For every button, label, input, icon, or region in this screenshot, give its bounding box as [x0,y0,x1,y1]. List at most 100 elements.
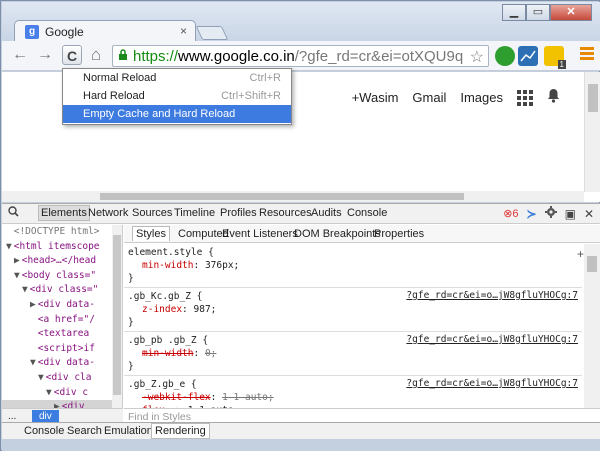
css-source-link[interactable]: ?gfe_rd=cr&ei=o…jW8gfluYHOCg:7 [406,290,578,301]
green-circle-extension-icon[interactable] [495,46,515,66]
tab-styles[interactable]: Styles [132,226,170,241]
page-horizontal-scrollbar[interactable] [2,191,584,202]
collapse-triangle-icon[interactable]: ▼ [6,241,12,252]
chart-extension-icon[interactable] [518,46,538,66]
tab-properties[interactable]: Properties [374,228,424,240]
dom-tree-node[interactable]: ▼ <div c [2,386,122,401]
minimize-button[interactable]: ▁ [502,4,526,21]
dom-node-text: <div class=" [29,284,99,296]
browser-toolbar: ← → C ⌂ https://www.google.co.in/?gfe_rd… [2,41,600,71]
drawer-tab-console[interactable]: Console [24,425,64,437]
url-host: www.google.co.in [178,48,295,65]
drawer-tab-emulation[interactable]: Emulation [104,425,153,437]
dom-node-text: <script>if [37,342,95,354]
drawer-tab-search[interactable]: Search [67,425,102,437]
tab-close-icon[interactable]: × [180,24,187,38]
add-rule-icon[interactable]: + [577,247,584,261]
dom-node-text: <head>…</head [21,255,97,267]
collapse-triangle-icon[interactable]: ▼ [22,284,28,295]
css-property: min-width [142,348,194,359]
css-source-link[interactable]: ?gfe_rd=cr&ei=o…jW8gfluYHOCg:7 [406,378,578,389]
dom-tree-node[interactable]: ▼ <body class=" [2,269,122,284]
dom-tree-node[interactable]: ▼ <div cla [2,371,122,386]
close-window-button[interactable]: ✕ [550,4,592,21]
back-arrow-icon[interactable]: ← [10,45,30,65]
devtools-close-icon[interactable]: ✕ [584,207,594,221]
hard-reload-item[interactable]: Hard Reload Ctrl+Shift+R [63,87,291,105]
menu-item-shortcut: Ctrl+R [249,72,281,84]
css-selector[interactable]: element.style { [128,246,579,259]
mail-extension-icon[interactable]: 1 [544,46,566,69]
dom-tree-node[interactable]: ▶ <div data- [2,298,122,313]
tab-resources[interactable]: Resources [259,207,312,219]
css-declaration[interactable]: min-width: 376px; [128,259,579,272]
styles-scrollbar[interactable] [584,244,600,409]
tab-console[interactable]: Console [347,207,387,219]
breadcrumb-more[interactable]: ... [8,411,16,422]
dom-node-text: <!DOCTYPE html> [13,226,100,237]
settings-gear-icon[interactable] [544,206,557,221]
empty-cache-hard-reload-item[interactable]: Empty Cache and Hard Reload [63,105,291,123]
dom-tree-node[interactable]: <script>if [2,342,122,357]
dom-tree-node[interactable]: ▼ <html itemscope [2,240,122,255]
maximize-button[interactable]: ▭ [526,4,550,21]
dom-node-text: <textarea [37,328,90,340]
collapse-triangle-icon[interactable]: ▼ [14,270,20,281]
new-tab-button[interactable] [195,26,229,40]
reload-button[interactable]: C [62,45,82,65]
dom-tree-node[interactable]: ▼ <div class=" [2,283,122,298]
css-rule: element.style {min-width: 376px;} [124,244,582,288]
dom-tree-node[interactable]: ▶ <head>…</head [2,254,122,269]
dom-scrollbar[interactable] [112,225,122,408]
address-bar[interactable]: https://www.google.co.in/?gfe_rd=cr&ei=o… [112,45,489,67]
tab-dom-breakpoints[interactable]: DOM Breakpoints [294,228,381,240]
css-value: 1 1 auto; [222,392,274,403]
notification-bell-icon[interactable] [547,88,560,107]
tab-event-listeners[interactable]: Event Listeners [222,228,298,240]
gmail-link[interactable]: Gmail [412,90,446,105]
apps-grid-icon[interactable] [517,89,533,106]
expand-triangle-icon[interactable]: ▶ [30,299,36,310]
collapse-triangle-icon[interactable]: ▼ [38,372,44,383]
images-link[interactable]: Images [460,90,503,105]
tab-profiles[interactable]: Profiles [220,207,257,219]
window-bottom-border [2,439,600,451]
dom-tree: <!DOCTYPE html> ▼ <html itemscope ▶ <head>…<… [2,225,123,408]
drawer-tab-rendering[interactable]: Rendering [151,423,210,439]
collapse-triangle-icon[interactable]: ▼ [30,357,36,368]
console-drawer-icon[interactable]: ≻ [527,207,537,221]
forward-arrow-icon[interactable]: → [35,45,55,65]
dom-tree-node[interactable]: ▼ <div data- [2,356,122,371]
browser-tab[interactable]: g Google × [14,20,196,42]
tab-audits[interactable]: Audits [311,207,342,219]
expand-triangle-icon[interactable]: ▶ [54,401,60,408]
user-link[interactable]: +Wasim [352,90,399,105]
tab-sources[interactable]: Sources [132,207,172,219]
tab-elements[interactable]: Elements [38,205,90,221]
page-vertical-scrollbar[interactable] [584,72,600,192]
bookmark-star-icon[interactable]: ☆ [470,47,484,67]
css-rule: .gb_Kc.gb_Z {?gfe_rd=cr&ei=o…jW8gfluYHOC… [124,288,582,332]
dom-tree-node[interactable]: <a href="/ [2,313,122,328]
normal-reload-item[interactable]: Normal Reload Ctrl+R [63,69,291,87]
dom-node-text: <div data- [37,357,95,369]
css-declaration[interactable]: -webkit-flex: 1 1 auto; [128,391,579,404]
chrome-menu-icon[interactable] [580,47,594,62]
expand-triangle-icon[interactable]: ▶ [14,255,20,266]
tab-network[interactable]: Network [88,207,128,219]
css-source-link[interactable]: ?gfe_rd=cr&ei=o…jW8gfluYHOCg:7 [406,334,578,345]
error-count[interactable]: ⊗6 [503,207,518,220]
dom-tree-node[interactable]: <textarea [2,327,122,342]
home-icon[interactable]: ⌂ [86,45,106,65]
collapse-triangle-icon[interactable]: ▼ [46,387,52,398]
tab-timeline[interactable]: Timeline [174,207,215,219]
dom-tree-node[interactable]: <!DOCTYPE html> [2,225,122,240]
url-scheme: https:// [133,48,179,65]
inspect-search-icon[interactable] [8,206,19,220]
dom-tree-node[interactable]: ▶ <div [2,400,122,408]
css-declaration[interactable]: z-index: 987; [128,303,579,316]
dock-side-icon[interactable]: ▣ [565,207,576,221]
css-declaration[interactable]: min-width: 0; [128,347,579,360]
google-top-bar: +Wasim Gmail Images [352,88,560,107]
